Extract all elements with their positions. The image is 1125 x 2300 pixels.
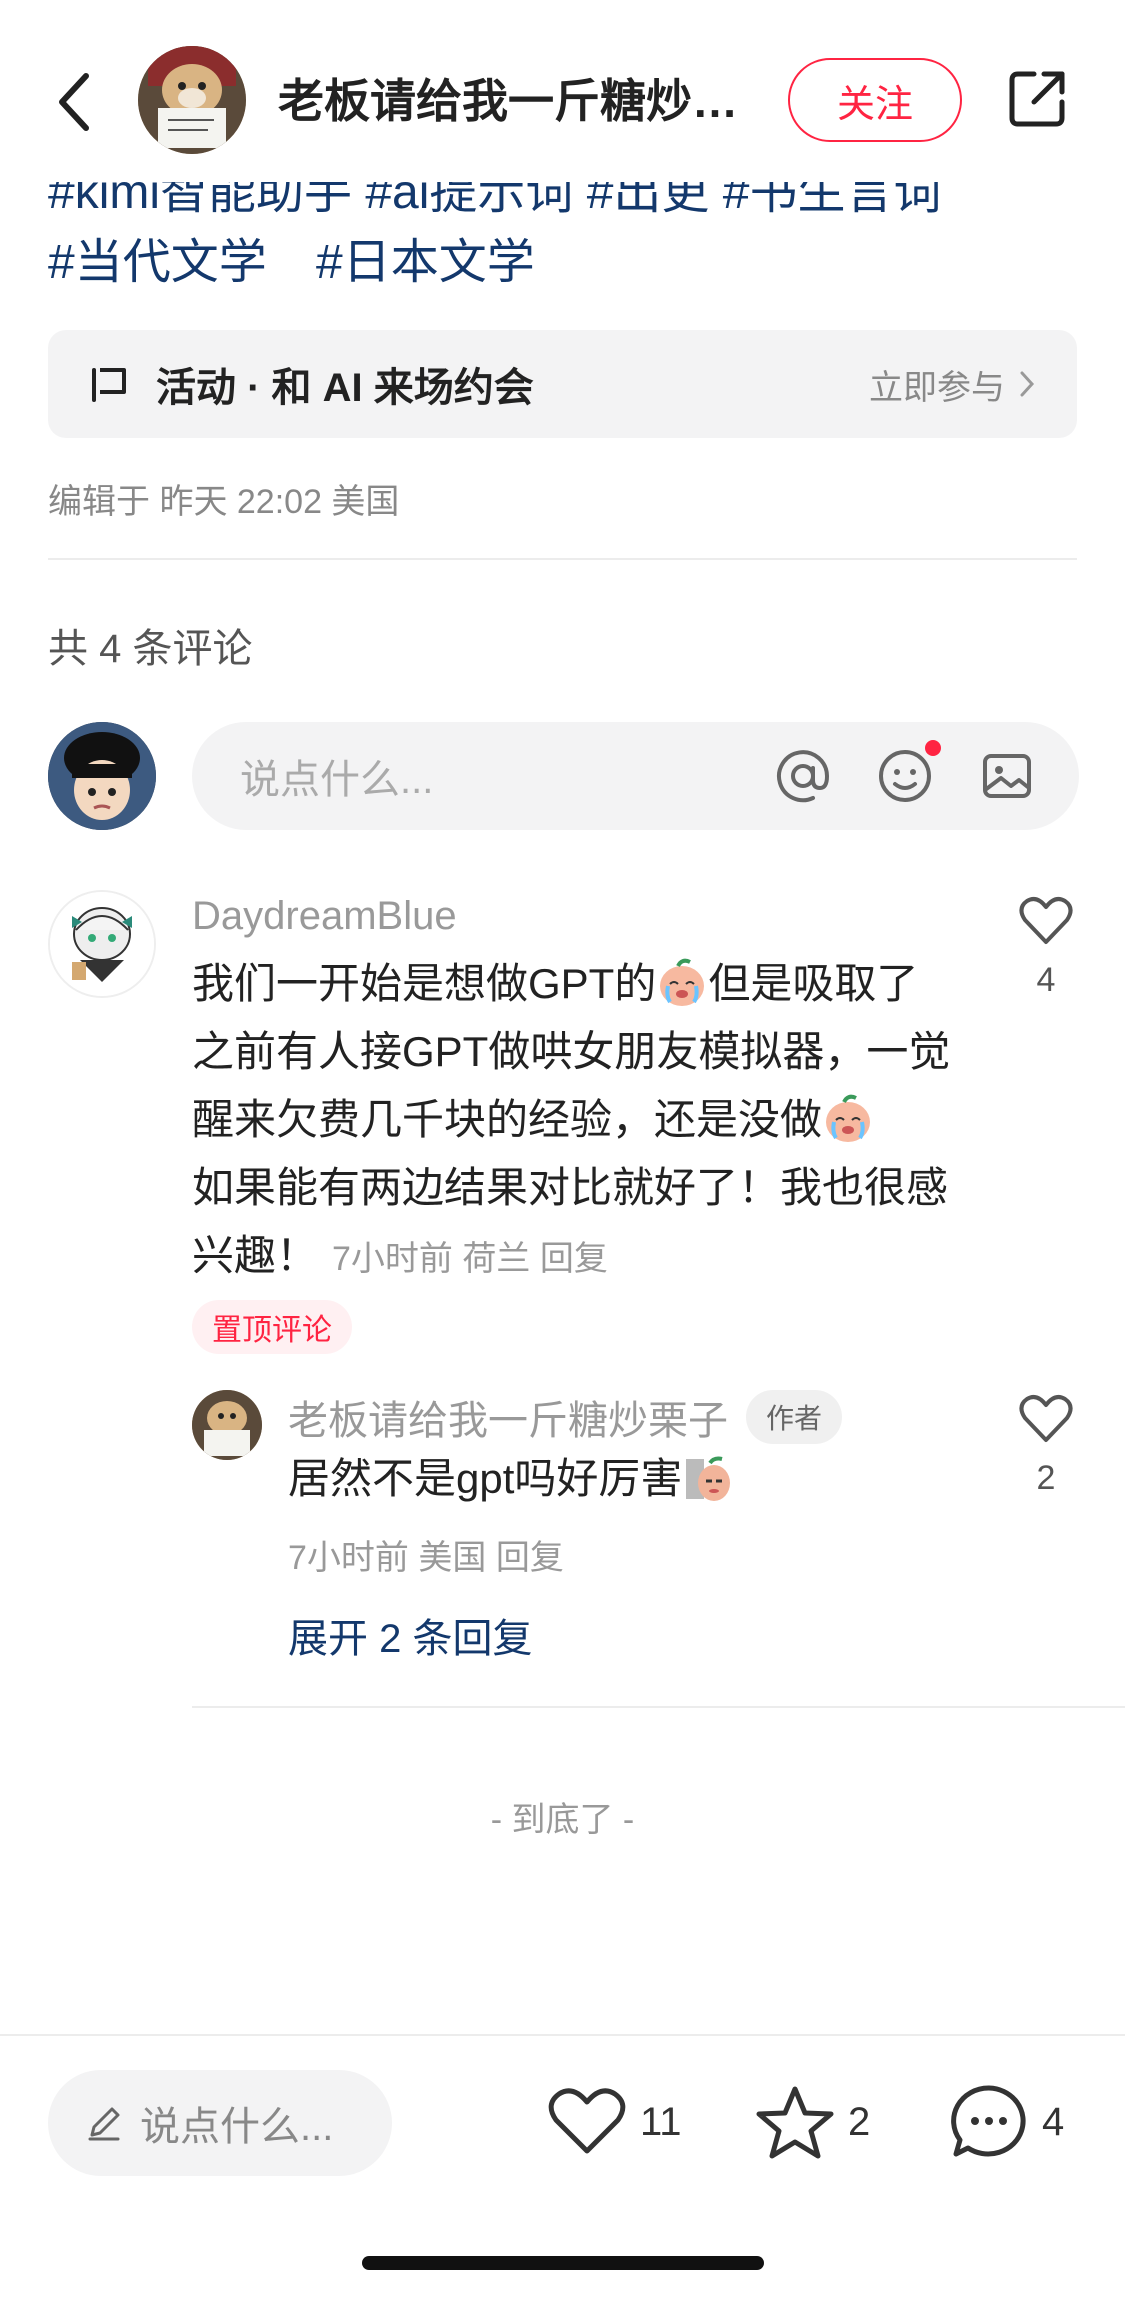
comment-count: 共 4 条评论 bbox=[48, 627, 253, 671]
author-name[interactable]: 老板请给我一斤糖炒栗子 bbox=[278, 68, 738, 134]
divider bbox=[48, 558, 1077, 560]
star-icon bbox=[756, 2086, 834, 2159]
top-nav: 老板请给我一斤糖炒栗子 关注 bbox=[0, 0, 1125, 180]
reply-text[interactable]: 居然不是gpt吗好厉害 bbox=[288, 1448, 734, 1510]
reply-reply-button[interactable]: 回复 bbox=[496, 1539, 564, 1577]
crying-emoji-icon bbox=[826, 1094, 871, 1142]
author-badge: 作者 bbox=[746, 1390, 843, 1444]
commenter-avatar[interactable] bbox=[48, 890, 156, 998]
author-avatar[interactable] bbox=[138, 46, 246, 154]
reply-meta: 7小时前 美国 回复 bbox=[288, 1530, 564, 1579]
comment-location: 荷兰 bbox=[462, 1240, 531, 1278]
edited-timestamp: 编辑于 昨天 22:02 美国 bbox=[48, 483, 400, 521]
comment-text[interactable]: 我们一开始是想做GPT的 但是吸取了之前有人接GPT做哄女朋友模拟器，一觉醒来欠费… bbox=[192, 950, 952, 1293]
like-total: 11 bbox=[640, 2099, 682, 2144]
divider bbox=[192, 1706, 1125, 1708]
crying-emoji-icon bbox=[660, 958, 705, 1006]
like-button[interactable]: 11 bbox=[548, 2082, 682, 2162]
hashtag-item[interactable]: #当代文学 bbox=[48, 236, 267, 289]
reply-button[interactable]: 回复 bbox=[540, 1240, 608, 1278]
back-icon[interactable] bbox=[48, 66, 102, 138]
home-indicator bbox=[362, 2256, 764, 2270]
favorite-button[interactable]: 2 bbox=[756, 2082, 870, 2162]
at-mention-icon[interactable] bbox=[773, 746, 833, 806]
share-icon[interactable] bbox=[1004, 66, 1070, 132]
comment-button[interactable]: 4 bbox=[950, 2082, 1064, 2162]
hashtag-row: #当代文学 #日本文学 bbox=[48, 222, 571, 292]
peach-sticker-icon bbox=[686, 1456, 731, 1501]
favorite-total: 2 bbox=[848, 2099, 871, 2144]
heart-icon[interactable] bbox=[1019, 1394, 1073, 1444]
reply-author-avatar[interactable] bbox=[192, 1390, 262, 1460]
comment-total: 4 bbox=[1042, 2099, 1065, 2144]
reply-author-name[interactable]: 老板请给我一斤糖炒栗子 bbox=[288, 1388, 728, 1446]
emoji-icon[interactable] bbox=[875, 740, 941, 806]
hashtag-item[interactable]: #日本文学 bbox=[316, 236, 535, 289]
join-label: 立即参与 bbox=[869, 368, 1005, 407]
my-avatar bbox=[48, 722, 156, 830]
reply-author: 老板请给我一斤糖炒栗子 作者 bbox=[288, 1388, 843, 1446]
commenter-name[interactable]: DaydreamBlue bbox=[192, 894, 457, 939]
comment-meta: 7小时前 荷兰 回复 bbox=[332, 1240, 608, 1278]
like-count: 4 bbox=[1036, 961, 1056, 999]
pencil-icon bbox=[88, 2107, 120, 2141]
follow-button[interactable]: 关注 bbox=[788, 58, 962, 142]
heart-icon bbox=[548, 2088, 626, 2154]
bottom-comment-input[interactable]: 说点什么... bbox=[48, 2070, 392, 2176]
comment-time: 7小时前 bbox=[332, 1240, 453, 1278]
image-icon[interactable] bbox=[977, 746, 1037, 806]
bottom-input-placeholder: 说点什么... bbox=[140, 2105, 334, 2149]
comment-text-part: 我们一开始是想做GPT的 bbox=[192, 960, 657, 1007]
join-activity-link[interactable]: 立即参与 bbox=[869, 360, 1037, 409]
reply-location: 美国 bbox=[418, 1539, 487, 1577]
pinned-badge: 置顶评论 bbox=[192, 1300, 352, 1354]
heart-icon[interactable] bbox=[1019, 896, 1073, 946]
reply-like[interactable]: 2 bbox=[1016, 1394, 1076, 1498]
comment-input-placeholder: 说点什么... bbox=[240, 758, 434, 802]
end-of-list: - 到底了 - bbox=[490, 1801, 635, 1839]
chevron-right-icon bbox=[1020, 371, 1035, 397]
comment-input[interactable]: 说点什么... bbox=[192, 722, 1079, 830]
reply-time: 7小时前 bbox=[288, 1539, 409, 1577]
like-count: 2 bbox=[1036, 1459, 1056, 1497]
reply-text-body: 居然不是gpt吗好厉害 bbox=[288, 1455, 683, 1502]
comment-bubble-icon bbox=[951, 2085, 1026, 2157]
activity-label: 活动 · 和 AI 来场约会 bbox=[156, 366, 534, 410]
expand-replies-button[interactable]: 展开 2 条回复 bbox=[288, 1606, 532, 1664]
notification-dot bbox=[925, 740, 941, 756]
comment-like[interactable]: 4 bbox=[1016, 896, 1076, 1000]
activity-icon bbox=[92, 368, 126, 402]
activity-banner[interactable]: 活动 · 和 AI 来场约会 立即参与 bbox=[48, 330, 1077, 438]
